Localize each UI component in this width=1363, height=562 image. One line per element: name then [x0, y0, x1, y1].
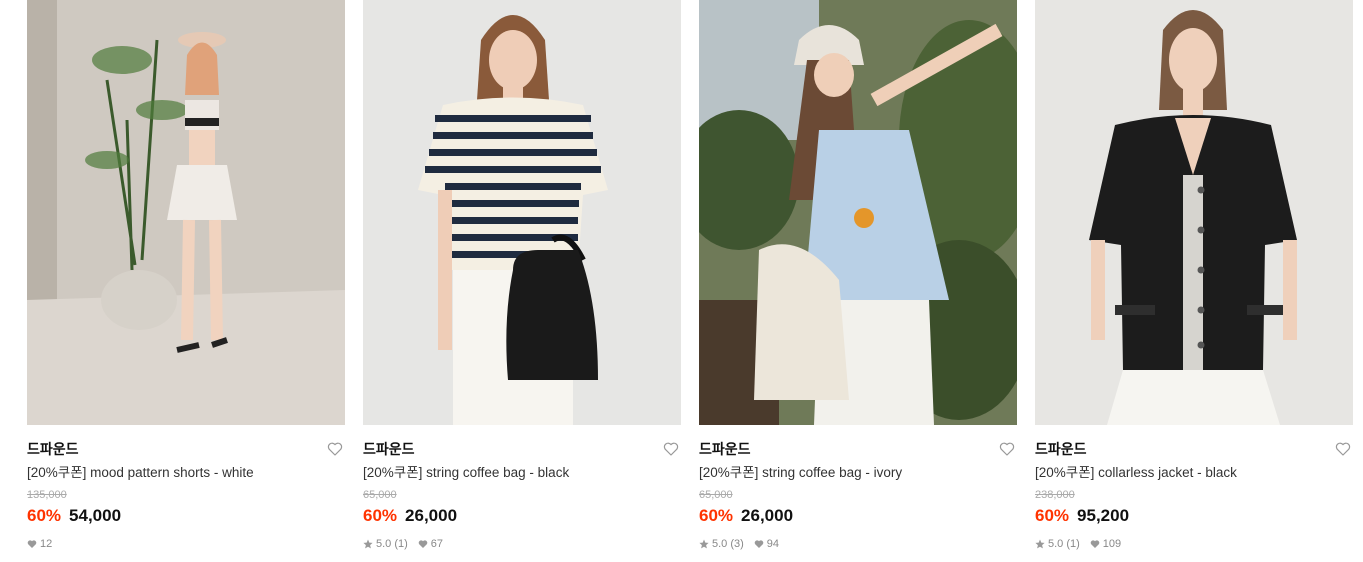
- product-name[interactable]: [20%쿠폰] string coffee bag - ivory: [699, 464, 902, 481]
- rating: 5.0 (1): [1048, 538, 1080, 550]
- product-card[interactable]: 드파운드 [20%쿠폰] collarless jacket - black 2…: [1035, 0, 1353, 550]
- sale-price: 26,000: [405, 506, 458, 525]
- product-card[interactable]: 드파운드 [20%쿠폰] string coffee bag - black 6…: [363, 0, 681, 550]
- heart-filled-icon: [1090, 540, 1100, 548]
- heart-filled-icon: [27, 540, 37, 548]
- brand-name[interactable]: 드파운드: [363, 440, 415, 458]
- original-price: 135,000: [27, 489, 67, 501]
- price-row: 60% 95,200: [1035, 506, 1129, 526]
- product-name[interactable]: [20%쿠폰] mood pattern shorts - white: [27, 464, 254, 481]
- original-price: 238,000: [1035, 489, 1075, 501]
- original-price: 65,000: [363, 489, 397, 501]
- product-image[interactable]: [27, 0, 345, 425]
- heart-outline-icon: [1335, 442, 1351, 456]
- rating: 5.0 (1): [376, 538, 408, 550]
- discount-rate: 60%: [699, 506, 734, 525]
- product-name[interactable]: [20%쿠폰] collarless jacket - black: [1035, 464, 1237, 481]
- product-stats: 5.0 (1) 109: [1035, 537, 1131, 551]
- product-image[interactable]: [699, 0, 1017, 425]
- discount-rate: 60%: [1035, 506, 1070, 525]
- star-icon: [699, 539, 709, 549]
- star-icon: [1035, 539, 1045, 549]
- product-image[interactable]: [363, 0, 681, 425]
- price-row: 60% 26,000: [699, 506, 793, 526]
- rating: 5.0 (3): [712, 538, 744, 550]
- product-stats: 5.0 (3) 94: [699, 537, 789, 551]
- brand-name[interactable]: 드파운드: [1035, 440, 1087, 458]
- wishlist-button[interactable]: [1335, 441, 1351, 457]
- like-count: 109: [1102, 538, 1122, 550]
- original-price: 65,000: [699, 489, 733, 501]
- price-row: 60% 26,000: [363, 506, 457, 526]
- sale-price: 26,000: [741, 506, 794, 525]
- like-count: 12: [40, 538, 53, 550]
- like-count: 94: [766, 538, 780, 550]
- product-image[interactable]: [1035, 0, 1353, 425]
- product-stats: 12: [27, 537, 62, 551]
- heart-filled-icon: [754, 540, 764, 548]
- discount-rate: 60%: [363, 506, 398, 525]
- product-stats: 5.0 (1) 67: [363, 537, 453, 551]
- heart-outline-icon: [999, 442, 1015, 456]
- product-grid: 드파운드 [20%쿠폰] mood pattern shorts - white…: [0, 0, 1363, 562]
- heart-outline-icon: [327, 442, 343, 456]
- wishlist-button[interactable]: [327, 441, 343, 457]
- product-card[interactable]: 드파운드 [20%쿠폰] string coffee bag - ivory 6…: [699, 0, 1017, 550]
- price-row: 60% 54,000: [27, 506, 121, 526]
- brand-name[interactable]: 드파운드: [699, 440, 751, 458]
- sale-price: 54,000: [69, 506, 122, 525]
- wishlist-button[interactable]: [663, 441, 679, 457]
- like-count: 67: [430, 538, 444, 550]
- sale-price: 95,200: [1077, 506, 1130, 525]
- product-card[interactable]: 드파운드 [20%쿠폰] mood pattern shorts - white…: [27, 0, 345, 550]
- product-name[interactable]: [20%쿠폰] string coffee bag - black: [363, 464, 569, 481]
- brand-name[interactable]: 드파운드: [27, 440, 79, 458]
- discount-rate: 60%: [27, 506, 62, 525]
- star-icon: [363, 539, 373, 549]
- wishlist-button[interactable]: [999, 441, 1015, 457]
- heart-outline-icon: [663, 442, 679, 456]
- heart-filled-icon: [418, 540, 428, 548]
